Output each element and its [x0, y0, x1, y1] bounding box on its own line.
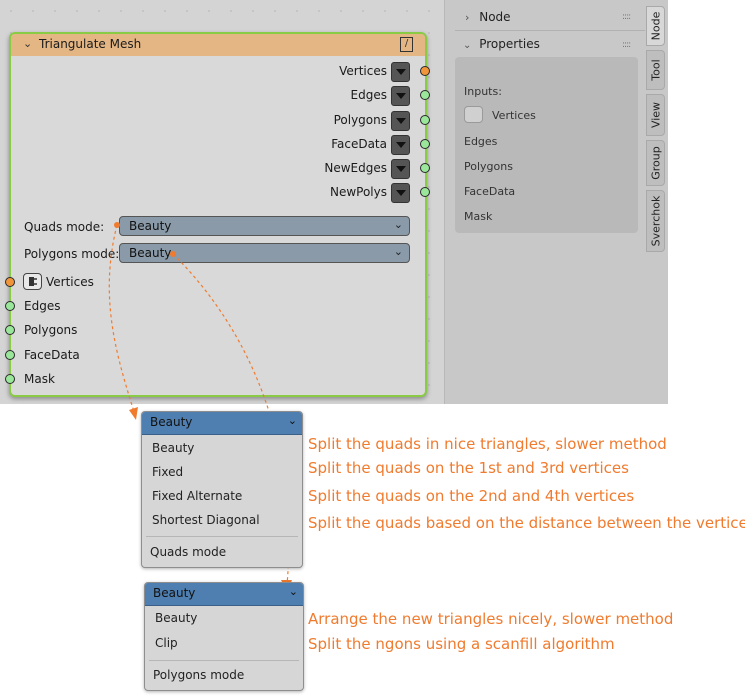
menu-divider	[149, 660, 299, 661]
quads-arrow	[108, 224, 136, 416]
description-beauty: Split the quads in nice triangles, slowe…	[308, 435, 667, 453]
polygons-menu-current[interactable]: Beauty ⌄	[145, 583, 303, 606]
menu-item-beauty[interactable]: Beauty	[152, 441, 194, 455]
description-clip: Split the ngons using a scanfill algorit…	[308, 635, 615, 653]
menu-title: Polygons mode	[153, 668, 245, 682]
arrow-head	[129, 407, 138, 420]
menu-item-fixed-alternate[interactable]: Fixed Alternate	[152, 489, 242, 503]
quads-mode-menu: Beauty ⌄ Beauty Fixed Fixed Alternate Sh…	[141, 411, 303, 568]
chevron-down-icon: ⌄	[288, 585, 298, 598]
annotation-arrows	[108, 222, 292, 592]
description-fixed-alternate: Split the quads on the 2nd and 4th verti…	[308, 487, 635, 505]
description-shortest-diagonal: Split the quads based on the distance be…	[308, 514, 745, 532]
chevron-down-icon: ⌄	[287, 414, 297, 427]
polygons-mode-menu: Beauty ⌄ Beauty Clip Polygons mode	[144, 582, 304, 691]
menu-item-beauty[interactable]: Beauty	[155, 611, 197, 625]
quads-menu-current[interactable]: Beauty ⌄	[142, 412, 302, 435]
menu-title: Quads mode	[150, 545, 227, 559]
menu-divider	[146, 536, 298, 537]
description-fixed: Split the quads on the 1st and 3rd verti…	[308, 459, 629, 477]
description-beauty: Arrange the new triangles nicely, slower…	[308, 610, 674, 628]
menu-item-fixed[interactable]: Fixed	[152, 465, 183, 479]
menu-item-shortest-diagonal[interactable]: Shortest Diagonal	[152, 513, 260, 527]
menu-item-clip[interactable]: Clip	[155, 636, 178, 650]
